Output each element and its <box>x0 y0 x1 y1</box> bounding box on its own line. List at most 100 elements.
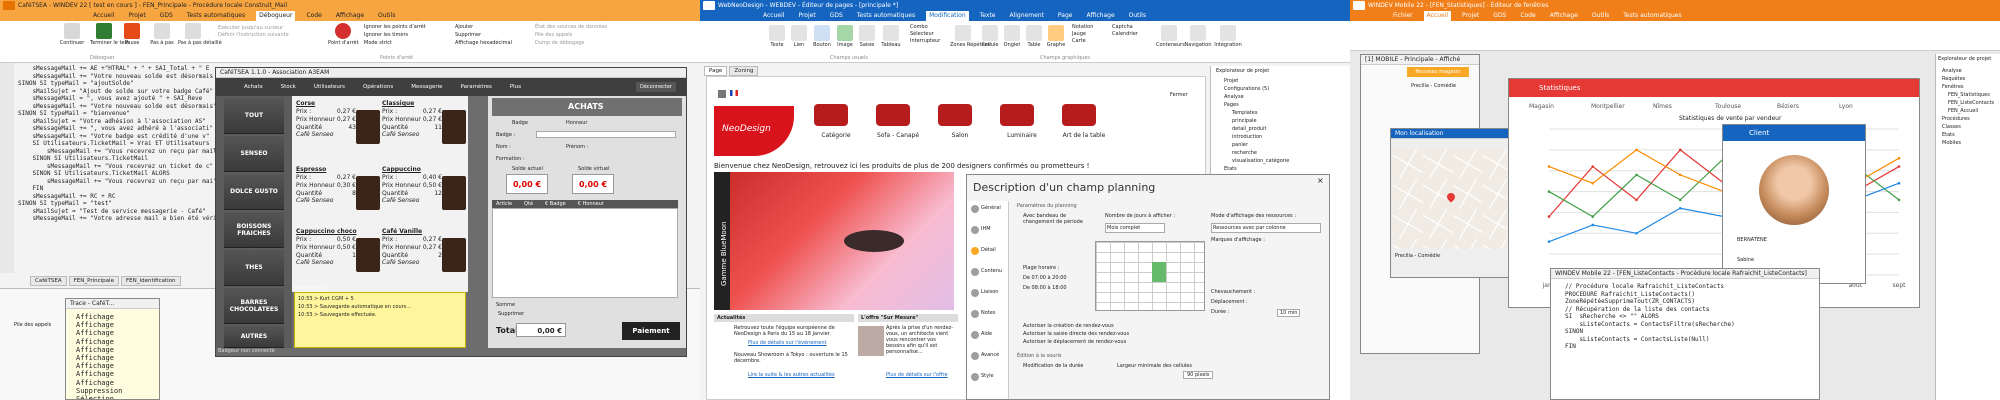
planning-tab-5[interactable]: Notes <box>981 310 995 316</box>
tree-item[interactable]: FEN_Statistiques <box>1948 92 1990 98</box>
tree-item[interactable]: panier <box>1232 142 1248 148</box>
file-tab-1[interactable]: FEN_Principale <box>68 276 119 286</box>
webdev-tab-4[interactable]: Modification <box>926 11 969 21</box>
mobile-tab-5[interactable]: Affichage <box>1547 11 1581 21</box>
windev-tab-2[interactable]: GDS <box>157 11 176 21</box>
cat-dolce[interactable]: DOLCE GUSTO <box>224 174 284 210</box>
ajouter-button[interactable]: Ajouter <box>455 23 512 31</box>
nouveau-magasin-button[interactable]: Nouveau magasin <box>1407 67 1469 77</box>
windev-tab-1[interactable]: Projet <box>125 11 148 21</box>
planning-tab-1[interactable]: IHM <box>981 226 991 232</box>
product-card[interactable]: Classique Prix :0,27 € Prix Honneur 0,27 € Q… <box>382 100 466 170</box>
opt1-checkbox[interactable]: Autoriser la création de rendez-vous <box>1023 323 1114 329</box>
stats-menu-4[interactable]: Béziers <box>1777 103 1799 110</box>
tree-item[interactable]: Procédures <box>1942 116 1970 122</box>
tree-item[interactable]: Templates <box>1232 110 1257 116</box>
tree-item[interactable]: introduction <box>1232 134 1262 140</box>
planning-tab-4[interactable]: Liaison <box>981 289 998 295</box>
jauge-button[interactable]: Jauge <box>1072 31 1093 38</box>
stats-menu-0[interactable]: Magasin <box>1529 103 1554 110</box>
cat-autres[interactable]: AUTRES <box>224 326 284 348</box>
disconnect-button[interactable]: Déconnecter <box>636 82 676 92</box>
mobile-tab-3[interactable]: GDS <box>1490 11 1509 21</box>
carte-button[interactable]: Carte <box>1072 38 1093 45</box>
captcha-button[interactable]: Captcha <box>1112 24 1138 31</box>
mobile-tab-1[interactable]: Accueil <box>1423 11 1452 21</box>
honneur-radio[interactable]: Honneur <box>566 120 587 126</box>
doc-tab-zoning[interactable]: Zoning <box>729 66 759 76</box>
table-button[interactable]: Table <box>1024 25 1044 48</box>
nav-messagerie[interactable]: Messagerie <box>411 84 442 90</box>
tree-item[interactable]: Projet <box>1224 78 1238 84</box>
tableau-button[interactable]: Tableau <box>880 25 902 48</box>
site-nav-3[interactable]: Luminaire <box>992 132 1052 139</box>
pas-detaille-button[interactable]: Pas à pas détaillé <box>178 23 222 46</box>
mobile-tab-7[interactable]: Tests automatiques <box>1620 11 1684 21</box>
tree-item[interactable]: visualisation_catégorie <box>1232 158 1289 164</box>
combo-button[interactable]: Combo <box>910 24 940 31</box>
webdev-tab-9[interactable]: Outils <box>1126 11 1149 21</box>
map-area[interactable] <box>1393 149 1507 249</box>
supprimer-button[interactable]: Supprimer <box>455 31 512 39</box>
webdev-tab-8[interactable]: Affichage <box>1083 11 1117 21</box>
webdev-tab-5[interactable]: Texte <box>977 11 999 21</box>
image-button[interactable]: Image <box>836 25 854 48</box>
selecteur-button[interactable]: Sélecteur <box>910 31 940 38</box>
webdev-tab-6[interactable]: Alignement <box>1006 11 1046 21</box>
ignorer-timers-checkbox[interactable]: Ignorer les timers <box>364 31 426 39</box>
actu2-link[interactable]: Lire la suite & les autres actualités <box>748 372 835 378</box>
mobile-code-editor[interactable]: // Procédure locale Rafraichit_ListeCont… <box>1565 283 1815 399</box>
close-icon[interactable]: × <box>1317 177 1325 185</box>
avec-bandeau-checkbox[interactable]: Avec bandeau de changement de période <box>1023 213 1093 225</box>
nav-operations[interactable]: Opérations <box>363 84 393 90</box>
opt3-checkbox[interactable]: Autoriser le déplacement de rendez-vous <box>1023 339 1126 345</box>
site-nav-1[interactable]: Sofa - Canapé <box>868 132 928 139</box>
tree-item[interactable]: detail_produit <box>1232 126 1266 132</box>
webdev-tab-3[interactable]: Tests automatiques <box>854 11 918 21</box>
nav-parametres[interactable]: Paramètres <box>461 84 492 90</box>
windev-tab-4[interactable]: Débogueur <box>256 11 296 21</box>
mobile-tab-4[interactable]: Code <box>1517 11 1538 21</box>
bouton-button[interactable]: Bouton <box>812 25 832 48</box>
saisie-button[interactable]: Saisie <box>858 25 876 48</box>
product-card[interactable]: Café Vanille Prix : 0,27 € Prix Honneur 0,27… <box>382 228 466 298</box>
windev-tab-7[interactable]: Outils <box>375 11 398 21</box>
stats-menu-2[interactable]: Nîmes <box>1653 103 1672 110</box>
badge-field[interactable] <box>536 131 676 138</box>
tree-item[interactable]: Etats <box>1224 166 1237 172</box>
nav-stock[interactable]: Stock <box>281 84 296 90</box>
mobile-tab-6[interactable]: Outils <box>1589 11 1612 21</box>
supprimer-button[interactable]: Supprimer <box>498 311 524 317</box>
cat-senseo[interactable]: SENSEO <box>224 136 284 172</box>
tree-item[interactable]: FEN_ListeContacts <box>1948 100 1994 106</box>
plage1-radio[interactable]: De 07:00 à 20:00 <box>1023 275 1067 281</box>
site-nav-0[interactable]: Catégorie <box>806 132 866 139</box>
home-icon[interactable] <box>718 90 726 98</box>
modif-duree-checkbox[interactable]: Modification de la durée <box>1023 363 1083 369</box>
tree-item[interactable]: Analyse <box>1224 94 1244 100</box>
actu1-link[interactable]: Plus de détails sur l'événement <box>748 340 826 346</box>
tree-item[interactable]: Etats <box>1942 132 1955 138</box>
zones-repetees-button[interactable]: Zones Répétées <box>950 25 990 48</box>
tree-item[interactable]: FEN_Accueil <box>1948 108 1978 114</box>
fermer-link[interactable]: Fermer <box>1170 92 1188 98</box>
tree-item[interactable]: principale <box>1232 118 1257 124</box>
windev-code-editor[interactable]: sMessageMail += AE +"HTRAL" + " + SAI_To… <box>18 65 218 270</box>
plage2-radio[interactable]: De 08:00 à 18:00 <box>1023 285 1067 291</box>
tree-item[interactable]: Analyse <box>1942 68 1962 74</box>
tree-item[interactable]: Mobiles <box>1942 140 1961 146</box>
jours-select[interactable]: Mois complet <box>1105 223 1165 233</box>
planning-tab-0[interactable]: Général <box>981 205 1001 211</box>
calendrier-button[interactable]: Calendrier <box>1112 31 1138 38</box>
tree-item[interactable]: Configurations (5) <box>1224 86 1269 92</box>
pause-button[interactable]: Pause <box>120 23 144 46</box>
lettre-link[interactable]: Plus de détails sur l'offre <box>886 372 948 378</box>
continuer-button[interactable]: Continuer <box>58 23 86 46</box>
planning-tab-6[interactable]: Aide <box>981 331 992 337</box>
tree-item[interactable]: Fenêtres <box>1942 84 1964 90</box>
mode-strict-checkbox[interactable]: Mode strict <box>364 39 426 47</box>
tree-item[interactable]: Pages <box>1224 102 1239 108</box>
product-card[interactable]: Cappuccino Prix : 0,40 € Prix Honneur 0,50 €… <box>382 166 466 236</box>
webdev-tab-0[interactable]: Accueil <box>760 11 787 21</box>
pile-appels-button[interactable]: Pile des appels <box>535 31 607 39</box>
